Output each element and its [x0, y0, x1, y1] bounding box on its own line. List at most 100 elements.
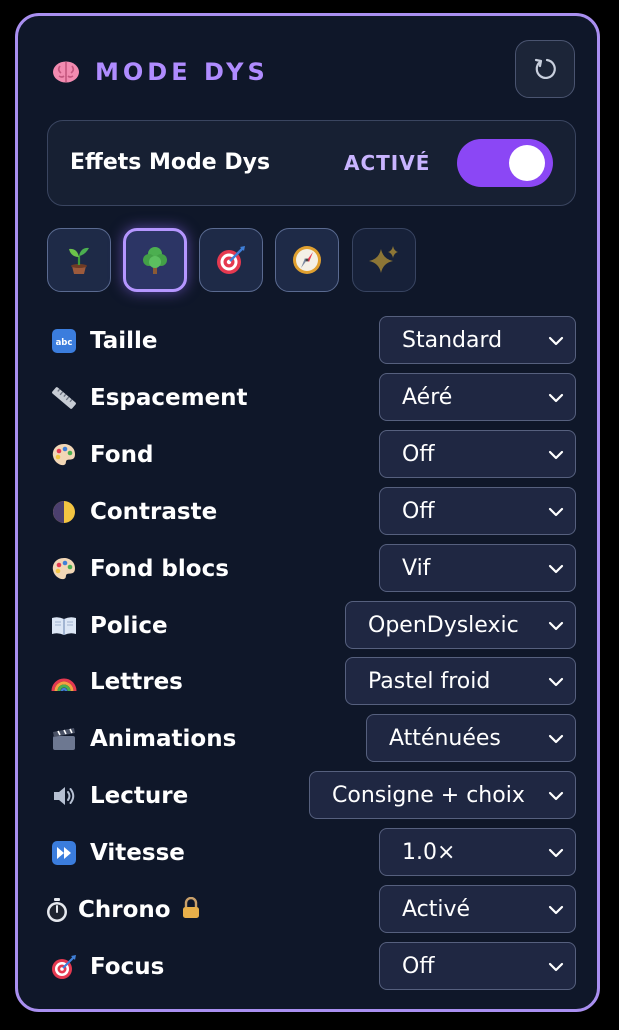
- target-icon: [217, 246, 245, 274]
- chevron-down-icon: [547, 560, 565, 578]
- seedling-icon: [69, 247, 89, 274]
- chevron-down-icon: [547, 787, 565, 805]
- contrast-icon: [51, 499, 77, 525]
- mode-dys-panel: MODE DYS Effets Mode Dys ACTIVÉ abc Tail…: [15, 13, 600, 1012]
- setting-row-contraste: Contraste Off: [47, 486, 576, 537]
- preset-seedling[interactable]: [47, 228, 111, 292]
- setting-row-lettres: Lettres Pastel froid: [47, 657, 576, 707]
- panel-title: MODE DYS: [95, 58, 269, 86]
- compass-icon: [293, 246, 321, 274]
- setting-select-value: 1.0×: [402, 840, 456, 866]
- setting-label: Police: [90, 611, 168, 641]
- tree-icon: [143, 247, 167, 274]
- chevron-down-icon: [547, 844, 565, 862]
- setting-row-taille: abc Taille Standard: [47, 316, 576, 366]
- panel-header: MODE DYS: [18, 16, 597, 126]
- setting-select-value: Consigne + choix: [332, 783, 525, 809]
- setting-row-animations: Animations Atténuées: [47, 714, 576, 764]
- setting-label: Lecture: [90, 781, 188, 811]
- chevron-down-icon: [547, 617, 565, 635]
- setting-select-value: Atténuées: [389, 726, 501, 752]
- setting-row-espacement: Espacement Aéré: [47, 372, 576, 423]
- setting-label-text: Fond: [90, 441, 154, 468]
- preset-target[interactable]: [199, 228, 263, 292]
- setting-label-text: Vitesse: [90, 840, 185, 867]
- setting-label: Fond: [90, 440, 153, 470]
- setting-label-text: Police: [90, 612, 168, 639]
- setting-select-value: Off: [402, 498, 435, 524]
- reset-button[interactable]: [515, 40, 575, 98]
- setting-label: Chrono: [78, 895, 201, 927]
- dys-effects-toggle[interactable]: [457, 139, 553, 187]
- preset-tree[interactable]: [123, 228, 187, 292]
- toggle-knob: [509, 145, 545, 181]
- speaker-icon: [51, 783, 77, 809]
- setting-label: Lettres: [90, 667, 183, 697]
- palette-icon: [51, 442, 77, 468]
- setting-select-value: Off: [402, 953, 435, 979]
- setting-row-vitesse: Vitesse 1.0×: [47, 828, 576, 878]
- dys-effects-label: Effets Mode Dys: [70, 150, 271, 175]
- dys-effects-card: Effets Mode Dys ACTIVÉ: [47, 120, 576, 206]
- setting-select[interactable]: Standard: [379, 316, 576, 364]
- preset-sparkles[interactable]: [352, 228, 416, 292]
- setting-select-value: Activé: [402, 897, 471, 922]
- setting-select-value: Vif: [402, 555, 431, 581]
- setting-label: Fond blocs: [90, 554, 229, 584]
- reset-icon: [534, 58, 556, 80]
- lock-icon: [181, 896, 201, 927]
- setting-select[interactable]: OpenDyslexic: [345, 600, 576, 649]
- setting-select-value: Aéré: [402, 384, 453, 410]
- chevron-down-icon: [547, 332, 565, 350]
- setting-label: Vitesse: [90, 838, 185, 868]
- setting-select-value: Pastel froid: [368, 669, 491, 695]
- chevron-down-icon: [547, 673, 565, 691]
- chevron-down-icon: [547, 901, 565, 919]
- setting-label-text: Fond blocs: [90, 555, 229, 582]
- setting-label-text: Lettres: [90, 669, 183, 696]
- setting-select[interactable]: Off: [379, 941, 576, 990]
- setting-label-text: Chrono: [78, 897, 171, 923]
- target-icon: [51, 954, 77, 980]
- setting-row-fond-blocs: Fond blocs Vif: [47, 543, 576, 594]
- palette-icon: [51, 556, 77, 582]
- setting-label-text: Focus: [90, 953, 165, 980]
- setting-select-value: Standard: [402, 328, 503, 353]
- setting-select[interactable]: Vif: [379, 543, 576, 592]
- fast-forward-icon: [51, 840, 77, 866]
- chevron-down-icon: [547, 446, 565, 464]
- setting-select[interactable]: Consigne + choix: [309, 771, 576, 820]
- setting-select[interactable]: Off: [379, 486, 576, 535]
- sparkles-icon: [369, 246, 398, 273]
- preset-compass[interactable]: [275, 228, 339, 292]
- setting-select[interactable]: 1.0×: [379, 828, 576, 877]
- rainbow-icon: [51, 669, 77, 695]
- setting-select[interactable]: Pastel froid: [345, 657, 576, 706]
- setting-label: Focus: [90, 952, 164, 982]
- dys-effects-state: ACTIVÉ: [344, 151, 431, 175]
- clapper-icon: [51, 726, 77, 752]
- setting-label: Espacement: [90, 383, 248, 413]
- setting-row-chrono: Chrono Activé: [47, 885, 576, 935]
- chevron-down-icon: [547, 503, 565, 521]
- setting-label: Contraste: [90, 497, 217, 527]
- setting-select[interactable]: Atténuées: [366, 714, 576, 763]
- setting-label-text: Espacement: [90, 384, 248, 411]
- setting-select-value: Off: [402, 441, 435, 467]
- setting-row-focus: Focus Off: [47, 941, 576, 992]
- chevron-down-icon: [547, 730, 565, 748]
- chevron-down-icon: [547, 958, 565, 976]
- stopwatch-icon: [44, 897, 70, 923]
- setting-select[interactable]: Activé: [379, 885, 576, 933]
- ruler-icon: [51, 385, 77, 411]
- brain-icon: [52, 60, 80, 84]
- setting-select[interactable]: Off: [379, 429, 576, 478]
- setting-select-value: OpenDyslexic: [368, 612, 519, 638]
- book-icon: [51, 613, 77, 639]
- setting-row-fond: Fond Off: [47, 429, 576, 480]
- setting-label-text: Contraste: [90, 498, 218, 525]
- setting-label: Animations: [90, 724, 236, 754]
- setting-label-text: Lecture: [90, 783, 189, 810]
- setting-select[interactable]: Aéré: [379, 372, 576, 421]
- setting-label-text: Animations: [90, 726, 237, 753]
